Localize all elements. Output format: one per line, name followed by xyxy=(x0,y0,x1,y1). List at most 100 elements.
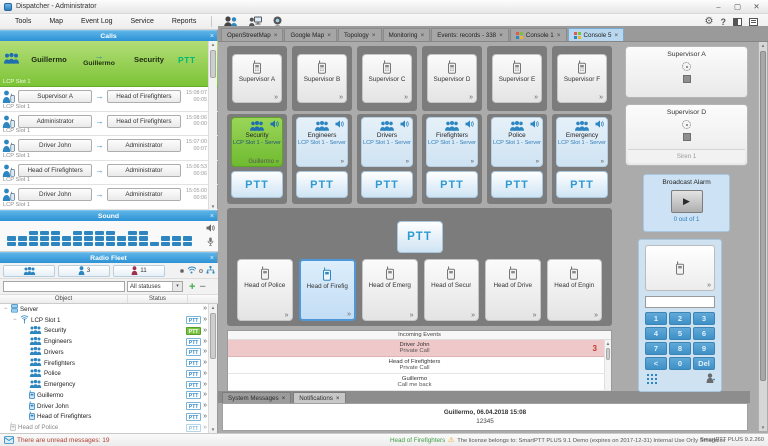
more-chevron-icon[interactable]: » xyxy=(471,159,474,165)
group-tile-emergency[interactable]: EmergencyLCP Slot 1 - Server» xyxy=(556,117,608,167)
key-back[interactable]: < xyxy=(645,357,667,370)
tree-item-guillermo[interactable]: Guillermo PTT » xyxy=(0,390,209,401)
all-radios-button[interactable]: 11 xyxy=(113,265,165,277)
call-row[interactable]: Driver John → Administrator 15:05:0000:0… xyxy=(0,185,218,210)
expand-chevron-icon[interactable]: » xyxy=(203,348,207,356)
scroll-down-icon[interactable]: ▼ xyxy=(209,203,217,210)
minimize-button[interactable]: – xyxy=(711,2,726,11)
scroll-up-icon[interactable]: ▲ xyxy=(759,42,767,49)
stop-icon[interactable] xyxy=(683,75,691,83)
menu-tools[interactable]: Tools xyxy=(6,14,40,29)
ptt-badge[interactable]: PTT xyxy=(186,316,201,324)
radio-tile-head-of-police[interactable]: Head of Police» xyxy=(237,259,293,321)
ptt-badge-active[interactable]: PTT xyxy=(186,327,201,335)
view-radio-option[interactable] xyxy=(180,269,184,273)
ptt-button[interactable]: PTT xyxy=(556,171,608,198)
key-9[interactable]: 9 xyxy=(693,342,715,355)
group-tile-engineers[interactable]: EngineersLCP Slot 1 - Server» xyxy=(296,117,348,167)
key-6[interactable]: 6 xyxy=(693,327,715,340)
ptt-button[interactable]: PTT xyxy=(426,171,478,198)
scroll-thumb[interactable] xyxy=(210,50,216,78)
tab-system-messages[interactable]: System Messages× xyxy=(222,392,291,403)
ptt-badge[interactable]: PTT xyxy=(186,370,201,378)
ptt-badge[interactable]: PTT xyxy=(186,381,201,389)
radio-tile-supervisor-d[interactable]: Supervisor D» xyxy=(427,54,477,103)
tree-item-lcp-slot-1[interactable]: − LCP Slot 1 PTT » xyxy=(0,315,209,326)
key-3[interactable]: 3 xyxy=(693,312,715,325)
ptt-badge[interactable]: PTT xyxy=(186,424,201,432)
scroll-thumb[interactable] xyxy=(210,313,216,359)
patch-tile-supervisor-a[interactable]: Supervisor A xyxy=(625,46,748,98)
tab-close-icon[interactable]: × xyxy=(282,395,286,402)
expand-chevron-icon[interactable]: » xyxy=(203,359,207,367)
stop-icon[interactable] xyxy=(683,133,691,141)
online-radios-button[interactable]: 3 xyxy=(58,265,110,277)
radio-tile-supervisor-a[interactable]: Supervisor A» xyxy=(232,54,282,103)
close-button[interactable]: ✕ xyxy=(749,2,764,11)
view-radio-option[interactable] xyxy=(199,269,203,273)
group-tile-firefighters[interactable]: FirefightersLCP Slot 1 - Server» xyxy=(426,117,478,167)
ptt-badge[interactable]: PTT xyxy=(186,413,201,421)
expand-chevron-icon[interactable]: » xyxy=(203,316,207,324)
column-status[interactable]: Status xyxy=(128,295,188,303)
more-chevron-icon[interactable]: » xyxy=(601,159,604,165)
siren-label[interactable]: Siren 1 xyxy=(628,149,745,163)
events-scrollbar[interactable]: ▲ xyxy=(604,340,611,390)
scroll-up-icon[interactable]: ▲ xyxy=(605,340,611,347)
tree-item-police[interactable]: Police PTT » xyxy=(0,369,209,380)
ptt-badge[interactable]: PTT xyxy=(186,359,201,367)
more-chevron-icon[interactable]: » xyxy=(274,94,278,101)
more-chevron-icon[interactable]: » xyxy=(285,312,289,319)
collapse-icon[interactable]: − xyxy=(4,306,9,312)
active-call-row[interactable]: Guillermo → Guillermo Security PTT LCP S… xyxy=(0,41,218,87)
tab-close-icon[interactable]: × xyxy=(372,32,376,39)
tab-close-icon[interactable]: × xyxy=(274,32,278,39)
signal-icon[interactable] xyxy=(187,266,196,276)
play-button[interactable]: ▶ xyxy=(671,190,703,213)
expand-chevron-icon[interactable]: » xyxy=(203,338,207,346)
expand-chevron-icon[interactable]: » xyxy=(203,305,207,313)
remove-button[interactable]: − xyxy=(199,282,205,292)
column-object[interactable]: Object xyxy=(0,295,128,303)
maximize-button[interactable]: ▢ xyxy=(730,2,745,11)
menu-event-log[interactable]: Event Log xyxy=(72,14,122,29)
key-2[interactable]: 2 xyxy=(669,312,691,325)
tree-item-firefighters[interactable]: Firefighters PTT » xyxy=(0,358,209,369)
group-tile-security[interactable]: SecurityLCP Slot 1 - ServerGuillermo » xyxy=(231,117,283,167)
tab-console-5[interactable]: Console 5× xyxy=(568,28,625,41)
tab-close-icon[interactable]: × xyxy=(557,32,561,39)
event-row[interactable]: Head of Firefighters Private Call xyxy=(228,357,611,374)
more-chevron-icon[interactable]: » xyxy=(707,282,711,289)
more-chevron-icon[interactable]: » xyxy=(599,94,603,101)
hierarchy-icon[interactable] xyxy=(206,266,215,276)
more-chevron-icon[interactable]: » xyxy=(341,159,344,165)
key-1[interactable]: 1 xyxy=(645,312,667,325)
calls-scrollbar[interactable]: ▲ ▼ xyxy=(208,41,217,210)
tab-monitoring[interactable]: Monitoring× xyxy=(383,28,431,41)
tab-close-icon[interactable]: × xyxy=(614,32,618,39)
collapse-icon[interactable]: − xyxy=(13,317,18,323)
more-chevron-icon[interactable]: » xyxy=(534,94,538,101)
expand-chevron-icon[interactable]: » xyxy=(203,381,207,389)
call-row[interactable]: Driver John → Administrator 15:07:0000:0… xyxy=(0,136,218,161)
call-row[interactable]: Administrator → Head of Firefighters 15:… xyxy=(0,112,218,137)
radio-tile-head-of-emergency[interactable]: Head of Emerg» xyxy=(362,259,418,321)
tree-item-head-of-firefighters[interactable]: Head of Firefighters PTT » xyxy=(0,412,209,423)
expand-chevron-icon[interactable]: » xyxy=(203,413,207,421)
more-chevron-icon[interactable]: » xyxy=(536,159,539,165)
tree-item-emergency[interactable]: Emergency PTT » xyxy=(0,379,209,390)
scroll-thumb[interactable] xyxy=(606,348,610,360)
tree-item-security[interactable]: Security PTT » xyxy=(0,326,209,337)
ptt-button[interactable]: PTT xyxy=(361,171,413,198)
radio-tile-supervisor-e[interactable]: Supervisor E» xyxy=(492,54,542,103)
radio-tile-supervisor-f[interactable]: Supervisor F» xyxy=(557,54,607,103)
radio-tile-head-of-security[interactable]: Head of Secur» xyxy=(424,259,480,321)
tree-item-head-of-police[interactable]: Head of Police PTT » xyxy=(0,422,209,433)
tree-item-driver-john[interactable]: Driver John PTT » xyxy=(0,401,209,412)
key-8[interactable]: 8 xyxy=(669,342,691,355)
radio-tile-supervisor-c[interactable]: Supervisor C» xyxy=(362,54,412,103)
main-scrollbar[interactable]: ▲ ▼ xyxy=(758,42,767,431)
keypad-grid-icon[interactable] xyxy=(647,374,649,376)
tree-scrollbar[interactable]: ▲ ▼ xyxy=(208,304,217,433)
ptt-badge[interactable]: PTT xyxy=(186,348,201,356)
